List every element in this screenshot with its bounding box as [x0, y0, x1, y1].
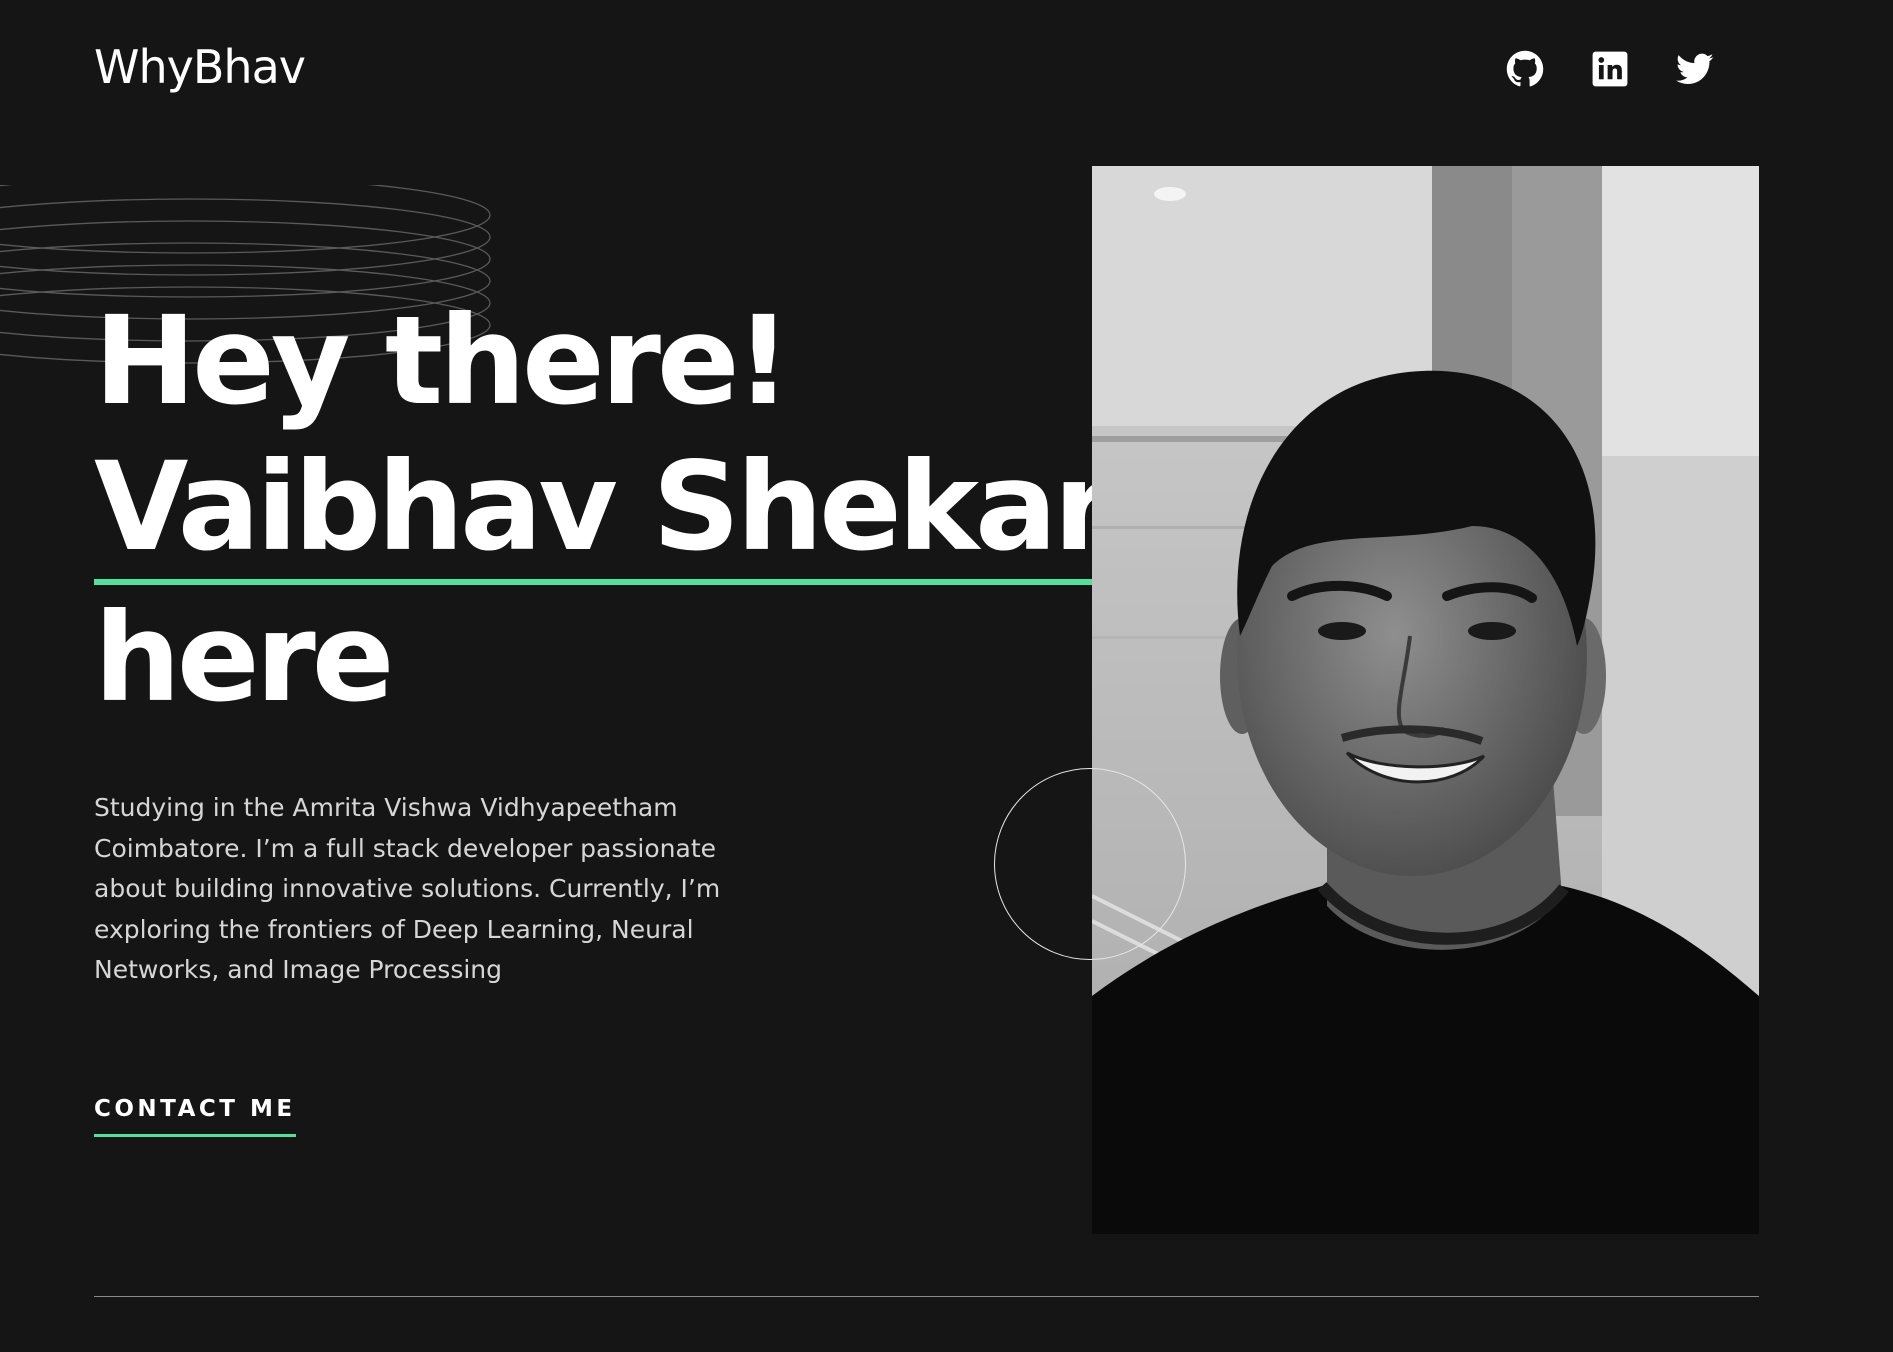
headline-here: here	[94, 587, 395, 729]
twitter-link[interactable]	[1676, 50, 1714, 88]
headline-greeting: Hey there!	[94, 290, 791, 432]
social-links	[1506, 50, 1714, 88]
linkedin-link[interactable]	[1591, 50, 1629, 88]
decorative-circle	[994, 768, 1186, 960]
github-icon	[1506, 50, 1544, 87]
section-divider	[94, 1296, 1759, 1297]
github-link[interactable]	[1506, 50, 1544, 88]
site-logo[interactable]: WhyBhav	[94, 40, 306, 94]
profile-photo	[1092, 166, 1759, 1234]
hero-headline: Hey there! Vaibhav Shekar here	[94, 288, 1113, 731]
twitter-icon	[1676, 53, 1714, 84]
headline-name: Vaibhav Shekar	[94, 441, 1113, 585]
contact-me-button[interactable]: CONTACT ME	[94, 1096, 296, 1137]
hero-bio: Studying in the Amrita Vishwa Vidhyapeet…	[94, 793, 721, 984]
linkedin-icon	[1592, 51, 1628, 87]
